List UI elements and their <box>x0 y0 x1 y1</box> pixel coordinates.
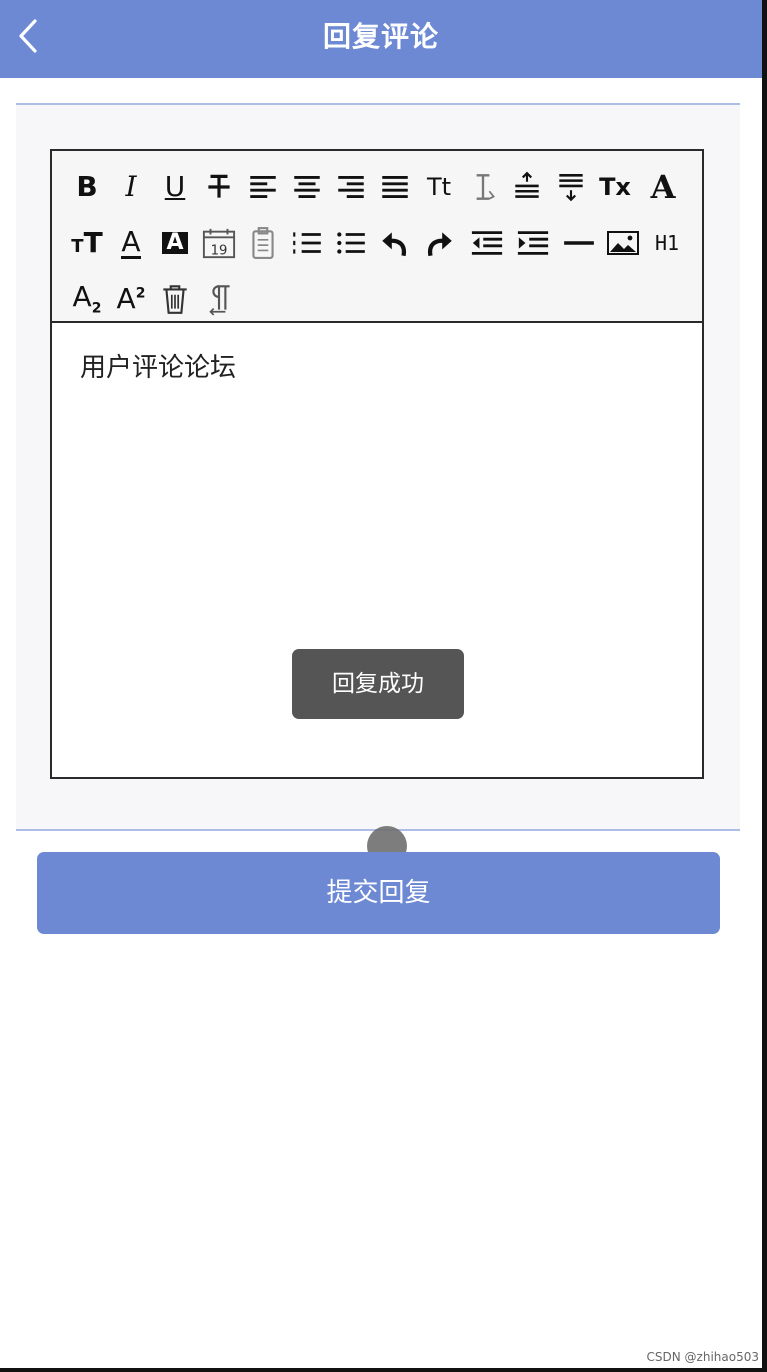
paragraph-spacing-above-button[interactable] <box>506 165 548 209</box>
underline-icon: U <box>164 170 186 203</box>
submit-reply-button[interactable]: 提交回复 <box>37 852 720 934</box>
calendar-icon: 19 <box>202 228 236 258</box>
background-color-button[interactable]: A <box>154 221 196 265</box>
insert-image-button[interactable] <box>602 221 644 265</box>
horizontal-rule-icon <box>564 241 594 245</box>
trash-icon <box>163 285 187 314</box>
redo-icon <box>427 232 452 257</box>
outdent-icon <box>471 231 503 255</box>
editor-content[interactable]: 用户评论论坛 <box>80 347 682 384</box>
clear-format-icon: Tx <box>599 173 631 201</box>
spacing-above-icon <box>515 171 539 198</box>
line-height-button[interactable] <box>462 165 504 209</box>
align-right-button[interactable] <box>330 165 372 209</box>
frame-border-right <box>762 0 767 1372</box>
horizontal-rule-button[interactable] <box>558 221 600 265</box>
align-left-button[interactable] <box>242 165 284 209</box>
subscript-icon: A2 <box>72 279 102 317</box>
spacing-below-icon <box>559 174 583 202</box>
unordered-list-button[interactable] <box>330 221 372 265</box>
clear-format-button[interactable]: Tx <box>594 165 636 209</box>
strikethrough-button[interactable] <box>198 165 240 209</box>
subscript-button[interactable]: A2 <box>66 277 108 321</box>
redo-button[interactable] <box>418 221 460 265</box>
text-size-button[interactable]: TT <box>66 221 108 265</box>
indent-button[interactable] <box>512 221 554 265</box>
align-center-button[interactable] <box>286 165 328 209</box>
font-family-icon: A <box>650 168 676 206</box>
align-right-icon <box>338 176 364 198</box>
page-title: 回复评论 <box>322 20 439 53</box>
strikethrough-icon <box>208 174 230 198</box>
align-justify-icon <box>382 176 408 198</box>
clipboard-icon <box>252 227 274 259</box>
line-height-icon <box>476 174 495 200</box>
font-size-icon: Tt <box>426 173 452 201</box>
background-color-icon: A <box>162 232 188 254</box>
toast-message: 回复成功 <box>292 649 464 719</box>
paste-button[interactable] <box>242 221 284 265</box>
font-size-button[interactable]: Tt <box>418 165 460 209</box>
undo-icon <box>382 232 407 257</box>
paragraph-direction-button[interactable] <box>198 277 240 321</box>
bold-icon: B <box>76 170 98 203</box>
font-color-icon: A <box>121 224 141 259</box>
underline-button[interactable]: U <box>154 165 196 209</box>
superscript-button[interactable]: A2 <box>110 277 152 321</box>
delete-button[interactable] <box>154 277 196 321</box>
heading-icon: H1 <box>654 231 680 255</box>
image-icon <box>607 231 639 255</box>
undo-button[interactable] <box>374 221 416 265</box>
pilcrow-icon <box>209 285 230 316</box>
superscript-icon: A2 <box>116 282 146 315</box>
watermark: CSDN @zhihao503 <box>646 1350 759 1364</box>
ordered-list-button[interactable] <box>286 221 328 265</box>
ordered-list-icon <box>293 232 321 254</box>
indent-icon <box>517 231 549 255</box>
editor-toolbar: B I U Tt Tx A TT A A 19 H1 A2 A2 <box>52 151 702 323</box>
font-family-button[interactable]: A <box>642 165 684 209</box>
align-center-icon <box>294 176 320 198</box>
heading-button[interactable]: H1 <box>646 221 688 265</box>
insert-date-button[interactable]: 19 <box>198 221 240 265</box>
paragraph-spacing-below-button[interactable] <box>550 165 592 209</box>
svg-text:19: 19 <box>211 243 228 258</box>
text-size-icon: TT <box>71 226 103 259</box>
frame-border-bottom <box>0 1368 767 1372</box>
app-header: 回复评论 <box>0 0 762 78</box>
bold-button[interactable]: B <box>66 165 108 209</box>
align-justify-button[interactable] <box>374 165 416 209</box>
unordered-list-icon <box>337 232 365 254</box>
font-color-button[interactable]: A <box>110 221 152 265</box>
outdent-button[interactable] <box>466 221 508 265</box>
align-left-icon <box>250 176 276 198</box>
italic-icon: I <box>125 170 137 203</box>
italic-button[interactable]: I <box>110 165 152 209</box>
